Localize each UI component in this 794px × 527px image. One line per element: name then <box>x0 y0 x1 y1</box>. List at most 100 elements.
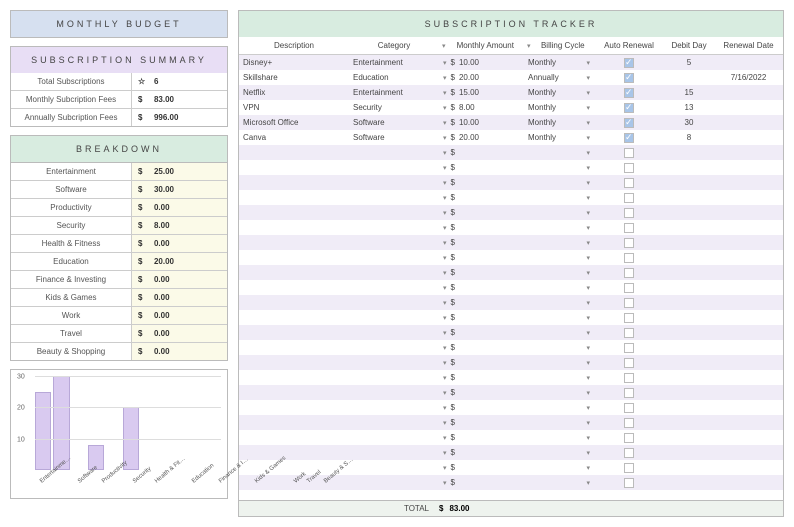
cell-debit[interactable] <box>664 452 714 454</box>
cell-debit[interactable] <box>664 77 714 79</box>
cell-desc[interactable]: Skillshare <box>239 72 349 83</box>
cell-renew[interactable] <box>714 62 783 64</box>
tracker-row[interactable]: ▾$▾ <box>239 295 783 310</box>
cell-auto[interactable] <box>594 192 664 204</box>
tracker-row[interactable]: ▾$▾ <box>239 445 783 460</box>
cell-amt[interactable]: ▾$ <box>439 267 524 278</box>
cell-renew[interactable] <box>714 437 783 439</box>
checkbox-icon[interactable] <box>624 463 634 473</box>
tracker-row[interactable]: CanvaSoftware▾$20.00Monthly▾8 <box>239 130 783 145</box>
checkbox-icon[interactable] <box>624 223 634 233</box>
cell-auto[interactable] <box>594 207 664 219</box>
cell-cat[interactable] <box>349 287 439 289</box>
cell-cycle[interactable]: ▾ <box>524 148 594 158</box>
cell-amt[interactable]: ▾$ <box>439 162 524 173</box>
cell-cycle[interactable]: ▾ <box>524 448 594 458</box>
cell-amt[interactable]: ▾$ <box>439 207 524 218</box>
cell-cycle[interactable]: ▾ <box>524 283 594 293</box>
cell-renew[interactable]: 7/16/2022 <box>714 72 783 83</box>
tracker-row[interactable]: ▾$▾ <box>239 385 783 400</box>
checkbox-icon[interactable] <box>624 163 634 173</box>
cell-renew[interactable] <box>714 362 783 364</box>
cell-amt[interactable]: ▾$ <box>439 342 524 353</box>
cell-auto[interactable] <box>594 147 664 159</box>
cell-auto[interactable] <box>594 342 664 354</box>
cell-auto[interactable] <box>594 132 664 144</box>
checkbox-icon[interactable] <box>624 58 634 68</box>
cell-debit[interactable] <box>664 257 714 259</box>
tracker-row[interactable]: ▾$▾ <box>239 205 783 220</box>
cell-cycle[interactable]: ▾ <box>524 373 594 383</box>
cell-debit[interactable] <box>664 167 714 169</box>
cell-cycle[interactable]: ▾ <box>524 298 594 308</box>
cell-auto[interactable] <box>594 417 664 429</box>
cell-renew[interactable] <box>714 152 783 154</box>
tracker-row[interactable]: ▾$▾ <box>239 310 783 325</box>
cell-amt[interactable]: ▾$10.00 <box>439 117 524 128</box>
cell-debit[interactable] <box>664 422 714 424</box>
cell-auto[interactable] <box>594 72 664 84</box>
cell-cat[interactable] <box>349 197 439 199</box>
cell-desc[interactable] <box>239 242 349 244</box>
cell-desc[interactable] <box>239 182 349 184</box>
cell-auto[interactable] <box>594 282 664 294</box>
cell-amt[interactable]: ▾$ <box>439 312 524 323</box>
cell-amt[interactable]: ▾$ <box>439 477 524 488</box>
cell-cycle[interactable]: Monthly▾ <box>524 102 594 113</box>
tracker-row[interactable]: SkillshareEducation▾$20.00Annually▾7/16/… <box>239 70 783 85</box>
cell-debit[interactable] <box>664 377 714 379</box>
cell-cycle[interactable]: ▾ <box>524 253 594 263</box>
cell-cycle[interactable]: ▾ <box>524 163 594 173</box>
checkbox-icon[interactable] <box>624 193 634 203</box>
checkbox-icon[interactable] <box>624 403 634 413</box>
tracker-row[interactable]: Disney+Entertainment▾$10.00Monthly▾5 <box>239 55 783 70</box>
cell-auto[interactable] <box>594 312 664 324</box>
tracker-row[interactable]: ▾$▾ <box>239 190 783 205</box>
cell-auto[interactable] <box>594 477 664 489</box>
cell-cat[interactable] <box>349 347 439 349</box>
cell-debit[interactable] <box>664 197 714 199</box>
tracker-row[interactable]: ▾$▾ <box>239 340 783 355</box>
cell-debit[interactable] <box>664 152 714 154</box>
cell-debit[interactable] <box>664 242 714 244</box>
cell-renew[interactable] <box>714 467 783 469</box>
cell-renew[interactable] <box>714 272 783 274</box>
cell-amt[interactable]: ▾$ <box>439 357 524 368</box>
cell-cycle[interactable]: ▾ <box>524 433 594 443</box>
cell-cycle[interactable]: ▾ <box>524 403 594 413</box>
cell-cat[interactable]: Software <box>349 117 439 128</box>
cell-cat[interactable]: Security <box>349 102 439 113</box>
cell-cycle[interactable]: Monthly▾ <box>524 117 594 128</box>
cell-renew[interactable] <box>714 392 783 394</box>
checkbox-icon[interactable] <box>624 73 634 83</box>
checkbox-icon[interactable] <box>624 88 634 98</box>
cell-auto[interactable] <box>594 102 664 114</box>
cell-desc[interactable]: Disney+ <box>239 57 349 68</box>
cell-auto[interactable] <box>594 327 664 339</box>
cell-desc[interactable] <box>239 227 349 229</box>
cell-auto[interactable] <box>594 462 664 474</box>
cell-desc[interactable]: VPN <box>239 102 349 113</box>
cell-renew[interactable] <box>714 212 783 214</box>
cell-debit[interactable] <box>664 182 714 184</box>
cell-debit[interactable] <box>664 362 714 364</box>
cell-cycle[interactable]: ▾ <box>524 223 594 233</box>
cell-desc[interactable]: Canva <box>239 132 349 143</box>
checkbox-icon[interactable] <box>624 283 634 293</box>
cell-renew[interactable] <box>714 407 783 409</box>
cell-debit[interactable]: 8 <box>664 132 714 143</box>
cell-desc[interactable] <box>239 407 349 409</box>
cell-renew[interactable] <box>714 167 783 169</box>
cell-desc[interactable] <box>239 272 349 274</box>
cell-debit[interactable] <box>664 302 714 304</box>
tracker-row[interactable]: ▾$▾ <box>239 220 783 235</box>
cell-debit[interactable] <box>664 272 714 274</box>
cell-amt[interactable]: ▾$ <box>439 447 524 458</box>
cell-amt[interactable]: ▾$ <box>439 177 524 188</box>
cell-auto[interactable] <box>594 162 664 174</box>
cell-desc[interactable] <box>239 287 349 289</box>
cell-amt[interactable]: ▾$ <box>439 237 524 248</box>
cell-desc[interactable] <box>239 452 349 454</box>
cell-cycle[interactable]: ▾ <box>524 268 594 278</box>
cell-desc[interactable]: Microsoft Office <box>239 117 349 128</box>
